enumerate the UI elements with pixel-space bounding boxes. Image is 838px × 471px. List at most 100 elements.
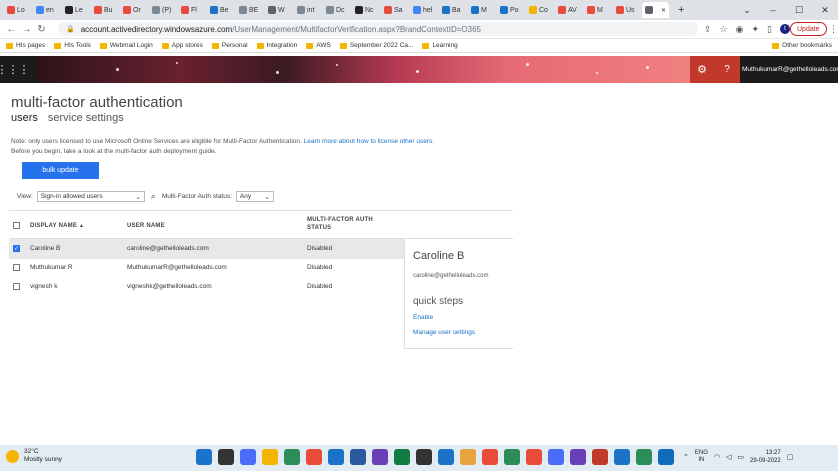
browser-tab[interactable]: Nc [352,2,378,18]
taskbar-app-icon[interactable] [240,449,256,465]
taskbar-app-icon[interactable] [592,449,608,465]
extensions-icon[interactable]: ✦ [751,24,759,35]
share-icon[interactable]: ⇪ [704,24,712,35]
col-mfa-status[interactable]: MULTI-FACTOR AUTH STATUS [307,216,373,232]
mfa-status-select[interactable]: Any ⌄ [235,191,274,202]
browser-tab[interactable]: en [33,2,59,18]
help-icon[interactable]: ? [714,56,740,83]
browser-tab[interactable]: Fl [178,2,204,18]
browser-tab[interactable]: int [294,2,320,18]
col-user-name[interactable]: USER NAME [127,222,165,230]
language-indicator[interactable]: ENG IN [695,450,708,464]
browser-tab[interactable]: Dc [323,2,349,18]
table-row[interactable]: vignesh k vigneshk@gethelloleads.com Disab… [9,277,404,297]
wifi-icon[interactable]: ◠ [714,453,720,461]
chevron-up-icon[interactable]: ⌃ [683,453,689,461]
license-link[interactable]: Learn more about how to license other us… [304,138,434,145]
deployment-guide-text[interactable]: Before you begin, take a look at the mul… [11,148,217,155]
taskbar-app-icon[interactable] [416,449,432,465]
browser-tab[interactable]: AV [555,2,581,18]
reload-icon[interactable]: ↻ [34,24,49,35]
taskbar-app-icon[interactable] [372,449,388,465]
bookmark-item[interactable]: Webmail Login [99,42,153,49]
row-checkbox[interactable] [13,283,20,290]
row-checkbox[interactable]: ✓ [13,245,20,252]
bookmark-item[interactable]: Personal [211,42,248,49]
new-tab-button[interactable]: + [678,4,684,16]
table-row[interactable]: ✓ Caroline B caroline@gethelloleads.com Dis… [9,239,404,259]
browser-tab[interactable]: (P) [149,2,175,18]
taskbar-app-icon[interactable] [614,449,630,465]
taskbar-app-icon[interactable] [504,449,520,465]
chevron-down-icon[interactable]: ⌄ [734,5,760,16]
bookmark-item[interactable]: App stores [161,42,203,49]
bookmark-item[interactable]: AWS [306,42,331,49]
col-display-name[interactable]: DISPLAY NAME ▲ [30,222,84,230]
taskbar-app-icon[interactable] [394,449,410,465]
taskbar-app-icon[interactable] [350,449,366,465]
menu-icon[interactable]: ⋮ [829,24,838,35]
taskbar-app-icon[interactable] [526,449,542,465]
manage-user-settings-link[interactable]: Manage user settings [413,329,475,336]
browser-tab[interactable]: Le [62,2,88,18]
browser-tab[interactable]: Or [120,2,146,18]
taskbar-app-icon[interactable] [306,449,322,465]
browser-tab[interactable]: W [265,2,291,18]
browser-tab[interactable]: Ba [439,2,465,18]
taskbar-app-icon[interactable] [548,449,564,465]
taskbar-app-icon[interactable] [262,449,278,465]
bookmark-item[interactable]: September 2022 Ca... [339,42,413,49]
browser-tab[interactable]: Sa [381,2,407,18]
weather-widget[interactable]: 32°C Mostly sunny [6,448,62,464]
taskbar-app-icon[interactable] [460,449,476,465]
browser-tab[interactable]: Lo [4,2,30,18]
taskbar-app-icon[interactable] [438,449,454,465]
browser-tab[interactable]: BE [236,2,262,18]
bookmark-item[interactable]: Learning [422,42,458,49]
table-row[interactable]: Muthukumar R MuthukumarR@gethelloleads.co… [9,258,404,278]
taskbar-app-icon[interactable] [482,449,498,465]
app-launcher-icon[interactable]: ⋮⋮⋮ [0,56,30,83]
back-icon[interactable]: ← [4,24,19,35]
settings-gear-icon[interactable]: ⚙ [690,56,714,83]
url-input[interactable]: 🔒 account.activedirectory.windowsazure.c… [58,22,698,36]
star-icon[interactable]: ☆ [720,24,728,35]
browser-tab[interactable]: ✕ [642,2,670,18]
view-select[interactable]: Sign-in allowed users ⌄ [36,191,145,202]
browser-tab[interactable]: Bu [91,2,117,18]
taskbar-app-icon[interactable] [196,449,212,465]
enable-link[interactable]: Enable [413,314,433,321]
search-icon[interactable]: ⌕ [151,191,156,202]
row-checkbox[interactable] [13,264,20,271]
taskbar-app-icon[interactable] [636,449,652,465]
browser-tab[interactable]: Po [497,2,523,18]
signed-in-user[interactable]: MuthukumarR@gethelloleads.com [742,56,838,83]
taskbar-app-icon[interactable] [284,449,300,465]
taskbar-app-icon[interactable] [658,449,674,465]
minimize-icon[interactable]: – [760,5,786,15]
maximize-icon[interactable]: ☐ [786,5,812,16]
notification-icon[interactable]: ▢ [787,453,794,461]
other-bookmarks[interactable]: Other bookmarks [772,42,832,49]
tab-service-settings[interactable]: service settings [48,112,124,124]
battery-icon[interactable]: ▭ [737,453,744,461]
close-icon[interactable]: ✕ [812,5,838,16]
browser-tab[interactable]: hel [410,2,436,18]
forward-icon[interactable]: → [19,24,34,35]
browser-tab[interactable]: M [584,2,610,18]
taskbar-app-icon[interactable] [570,449,586,465]
clock[interactable]: 13:27 29-09-2022 [750,449,781,465]
bookmark-item[interactable]: HIs pages [6,42,45,49]
bookmark-item[interactable]: Integration [256,42,297,49]
close-tab-icon[interactable]: ✕ [661,7,666,14]
browser-tab[interactable]: Be [207,2,233,18]
bookmark-item[interactable]: HIs Tools [54,42,91,49]
taskbar-app-icon[interactable] [218,449,234,465]
select-all-checkbox[interactable] [13,222,20,229]
browser-tab[interactable]: M [468,2,494,18]
volume-icon[interactable]: ◁ [726,453,731,461]
taskbar-app-icon[interactable] [328,449,344,465]
profile-avatar[interactable]: t [779,24,790,34]
tab-users[interactable]: users [11,112,38,124]
browser-tab[interactable]: Co [526,2,552,18]
